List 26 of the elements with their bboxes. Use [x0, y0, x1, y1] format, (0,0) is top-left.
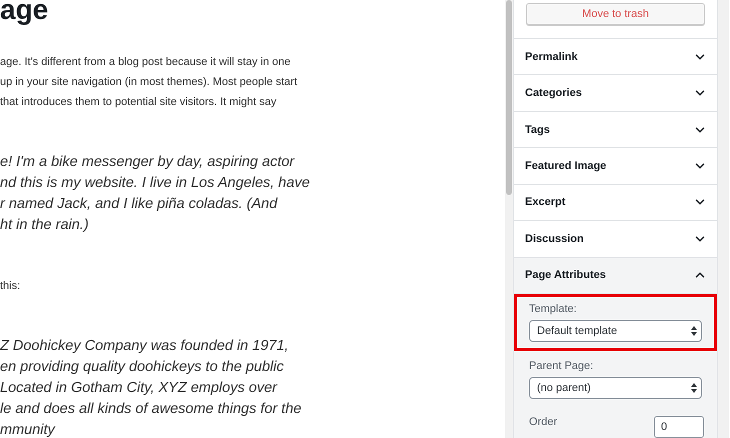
quote-text-line: le and does all kinds of awesome things for the — [0, 400, 302, 419]
paragraph-text-line: that introduces them to potential site visitors. It might say — [0, 95, 276, 110]
quote-text-line: nd this is my website. I live in Los Angeles, have — [0, 174, 310, 193]
move-to-trash-button[interactable]: Move to trash — [526, 3, 705, 25]
quote-text-line: ht in the rain.) — [0, 216, 89, 235]
quote-text-line: en providing quality doohickeys to the public — [0, 358, 284, 377]
paragraph-text-line: this: — [0, 279, 20, 294]
quote-text-line: mmunity — [0, 421, 55, 438]
page-title: age — [0, 0, 48, 24]
quote-text-line: e! I'm a bike messenger by day, aspiring actor — [0, 153, 294, 172]
scrollbar[interactable] — [718, 0, 729, 438]
select-field[interactable]: Default template — [529, 320, 702, 342]
field-label: Order — [529, 416, 558, 428]
quote-text-line: r named Jack, and I like piña coladas. (And — [0, 195, 278, 214]
scrollbar[interactable] — [505, 0, 513, 438]
field-label: Parent Page: — [529, 360, 594, 372]
field-label: Template: — [529, 302, 577, 315]
quote-text-line: Located in Gotham City, XYZ employs over — [0, 379, 277, 398]
paragraph-text-line: up in your site navigation (in most themes). Most people start — [0, 75, 298, 90]
quote-text-line: Z Doohickey Company was founded in 1971, — [0, 337, 289, 356]
up-down-arrows-icon — [691, 326, 697, 336]
order-input-field[interactable]: 0 — [654, 416, 704, 438]
paragraph-text-line: age. It's different from a blog post because it will stay in one — [0, 55, 291, 70]
up-down-arrows-icon — [691, 382, 697, 393]
select-field[interactable]: (no parent) — [529, 376, 702, 399]
panel-header[interactable]: Page Attributes — [514, 258, 717, 294]
